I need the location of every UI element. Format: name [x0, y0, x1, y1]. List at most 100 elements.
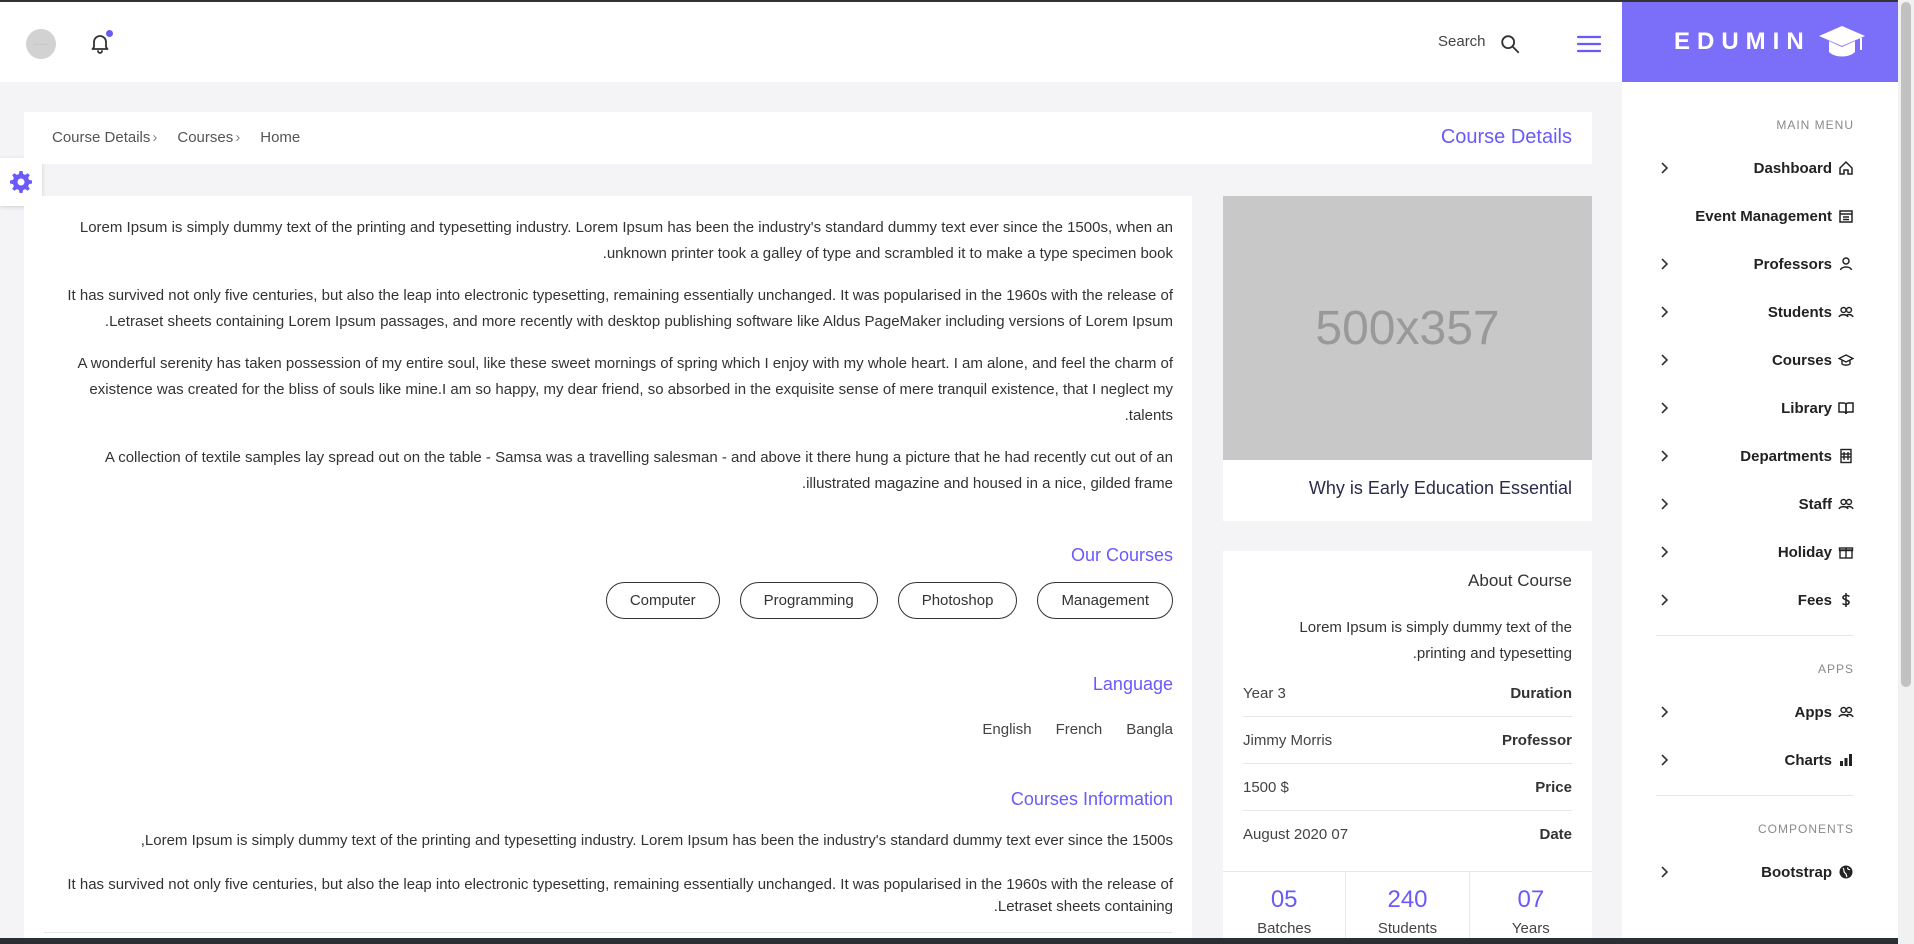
- course-tag-photoshop[interactable]: Photoshop: [897, 582, 1018, 619]
- sidebar-item-bootstrap[interactable]: Bootstrap: [1656, 856, 1854, 888]
- language-french: French: [1055, 721, 1103, 738]
- sidebar-item-label: Departments: [1740, 447, 1832, 465]
- avatar-text: -----: [33, 39, 49, 49]
- sidebar-item-library[interactable]: Library: [1656, 392, 1854, 424]
- about-course-text: Lorem Ipsum is simply dummy text of the …: [1299, 619, 1572, 662]
- sidebar-item-apps[interactable]: Apps: [1656, 696, 1854, 728]
- breadcrumb-course-details[interactable]: Course Details: [52, 129, 150, 146]
- image-card-title[interactable]: Why is Early Education Essential: [1309, 478, 1572, 499]
- sidebar-item-label: Bootstrap: [1761, 863, 1832, 881]
- placeholder-image: 500x357: [1223, 196, 1592, 460]
- chevron-right-icon: [1661, 706, 1669, 718]
- page-title: Course Details: [1440, 126, 1572, 148]
- sidebar-item-students[interactable]: Students: [1656, 296, 1854, 328]
- user-icon: [1839, 257, 1853, 271]
- chevron-right-icon: [1661, 754, 1669, 766]
- search-label[interactable]: Search: [1438, 33, 1486, 50]
- apps-title: APPS: [1817, 662, 1854, 676]
- sidebar-item-event-management[interactable]: Event Management: [1656, 200, 1854, 232]
- breadcrumb-courses[interactable]: Courses: [177, 129, 233, 146]
- detail-row-duration: Year 3 Duration: [1243, 670, 1572, 717]
- sidebar-divider: [1656, 635, 1854, 636]
- chevron-right-icon: [1661, 402, 1669, 414]
- graduation-cap-logo-icon: [1818, 26, 1865, 57]
- featured-image-card: 500x357 Why is Early Education Essential: [1223, 196, 1592, 521]
- detail-key: Professor: [1501, 731, 1572, 749]
- sidebar-item-label: Apps: [1794, 703, 1833, 721]
- bar-chart-icon: [1840, 754, 1852, 766]
- language-bangla: Bangla: [1126, 721, 1173, 738]
- sidebar-item-label: Students: [1767, 303, 1832, 321]
- sidebar-item-label: Fees: [1797, 591, 1832, 609]
- course-details-card: Lorem Ipsum is simply dummy text of the …: [24, 196, 1192, 944]
- gear-icon: [10, 171, 32, 193]
- course-tags: Computer Programming Photoshop Managemen…: [605, 582, 1173, 619]
- detail-key: Price: [1535, 778, 1572, 796]
- chevron-right-icon: [1661, 450, 1669, 462]
- course-stats: 05 Batches 240 Students 07 Years: [1223, 871, 1592, 944]
- stat-batches: 05 Batches: [1223, 872, 1347, 944]
- info-paragraph: Lorem Ipsum is simply dummy text of the …: [140, 832, 1173, 849]
- sidebar: MAIN MENU Dashboard Event Management Pro…: [1622, 82, 1898, 944]
- breadcrumb-home[interactable]: Home: [260, 129, 300, 146]
- brand-name: EDUMIN: [1674, 28, 1811, 55]
- detail-value: 1500 $: [1243, 778, 1289, 796]
- breadcrumb-separator: ›: [235, 129, 241, 146]
- home-icon: [1839, 160, 1853, 175]
- sidebar-item-dashboard[interactable]: Dashboard: [1656, 152, 1854, 184]
- gift-icon: [1838, 547, 1854, 559]
- detail-value: Jimmy Morris: [1243, 731, 1333, 749]
- hamburger-menu-icon[interactable]: [1576, 32, 1602, 56]
- stat-label: Years: [1511, 920, 1550, 937]
- sidebar-divider: [1656, 795, 1854, 796]
- sidebar-item-departments[interactable]: Departments: [1656, 440, 1854, 472]
- building-icon: [1840, 448, 1852, 464]
- sidebar-item-staff[interactable]: Staff: [1656, 488, 1854, 520]
- brand-logo[interactable]: EDUMIN: [1622, 0, 1898, 82]
- search-icon[interactable]: [1499, 33, 1521, 55]
- about-course-title: About Course: [1468, 571, 1572, 590]
- breadcrumb: Course Details › Courses › Home: [52, 129, 318, 146]
- stat-number: 07: [1517, 886, 1545, 913]
- avatar[interactable]: -----: [26, 29, 56, 59]
- description-paragraph: Lorem Ipsum is simply dummy text of the …: [79, 219, 1173, 262]
- sidebar-item-courses[interactable]: Courses: [1656, 344, 1854, 376]
- description-paragraph: A collection of textile samples lay spre…: [104, 449, 1173, 492]
- top-navbar: ----- Search: [0, 0, 1622, 82]
- notification-dot: [106, 30, 113, 37]
- course-tag-management[interactable]: Management: [1037, 582, 1173, 619]
- our-courses-heading: Our Courses: [1070, 545, 1173, 565]
- detail-key: Date: [1539, 826, 1572, 843]
- users-icon: [1838, 498, 1854, 510]
- book-icon: [1838, 402, 1854, 415]
- sidebar-item-holiday[interactable]: Holiday: [1656, 536, 1854, 568]
- sidebar-item-label: Courses: [1771, 351, 1832, 369]
- sidebar-item-label: Holiday: [1777, 543, 1832, 561]
- chevron-right-icon: [1661, 866, 1669, 878]
- stat-years: 07 Years: [1470, 872, 1592, 944]
- sidebar-item-label: Charts: [1784, 751, 1832, 769]
- globe-icon: [1839, 865, 1853, 879]
- detail-row-professor: Jimmy Morris Professor: [1243, 717, 1572, 764]
- scrollbar-thumb[interactable]: [1901, 2, 1911, 687]
- courses-information-heading: Courses Information: [1010, 789, 1173, 809]
- language-heading: Language: [1092, 674, 1173, 694]
- stat-number: 05: [1270, 886, 1298, 913]
- sidebar-item-label: Staff: [1798, 495, 1832, 513]
- sidebar-item-fees[interactable]: Fees: [1656, 584, 1854, 616]
- sidebar-item-professors[interactable]: Professors: [1656, 248, 1854, 280]
- sidebar-item-label: Dashboard: [1753, 159, 1832, 177]
- course-tag-computer[interactable]: Computer: [605, 582, 720, 619]
- stat-label: Students: [1377, 920, 1438, 937]
- sidebar-item-label: Event Management: [1695, 207, 1832, 225]
- sidebar-item-charts[interactable]: Charts: [1656, 744, 1854, 776]
- placeholder-text: 500x357: [1315, 301, 1500, 355]
- info-paragraph: It has survived not only five centuries,…: [67, 876, 1173, 915]
- graduation-cap-icon: [1838, 354, 1854, 366]
- detail-key: Duration: [1510, 684, 1572, 702]
- stat-label: Batches: [1257, 920, 1312, 937]
- course-tag-programming[interactable]: Programming: [739, 582, 878, 619]
- chevron-right-icon: [1661, 306, 1669, 318]
- dollar-icon: [1841, 593, 1851, 607]
- description-paragraph: It has survived not only five centuries,…: [67, 287, 1173, 330]
